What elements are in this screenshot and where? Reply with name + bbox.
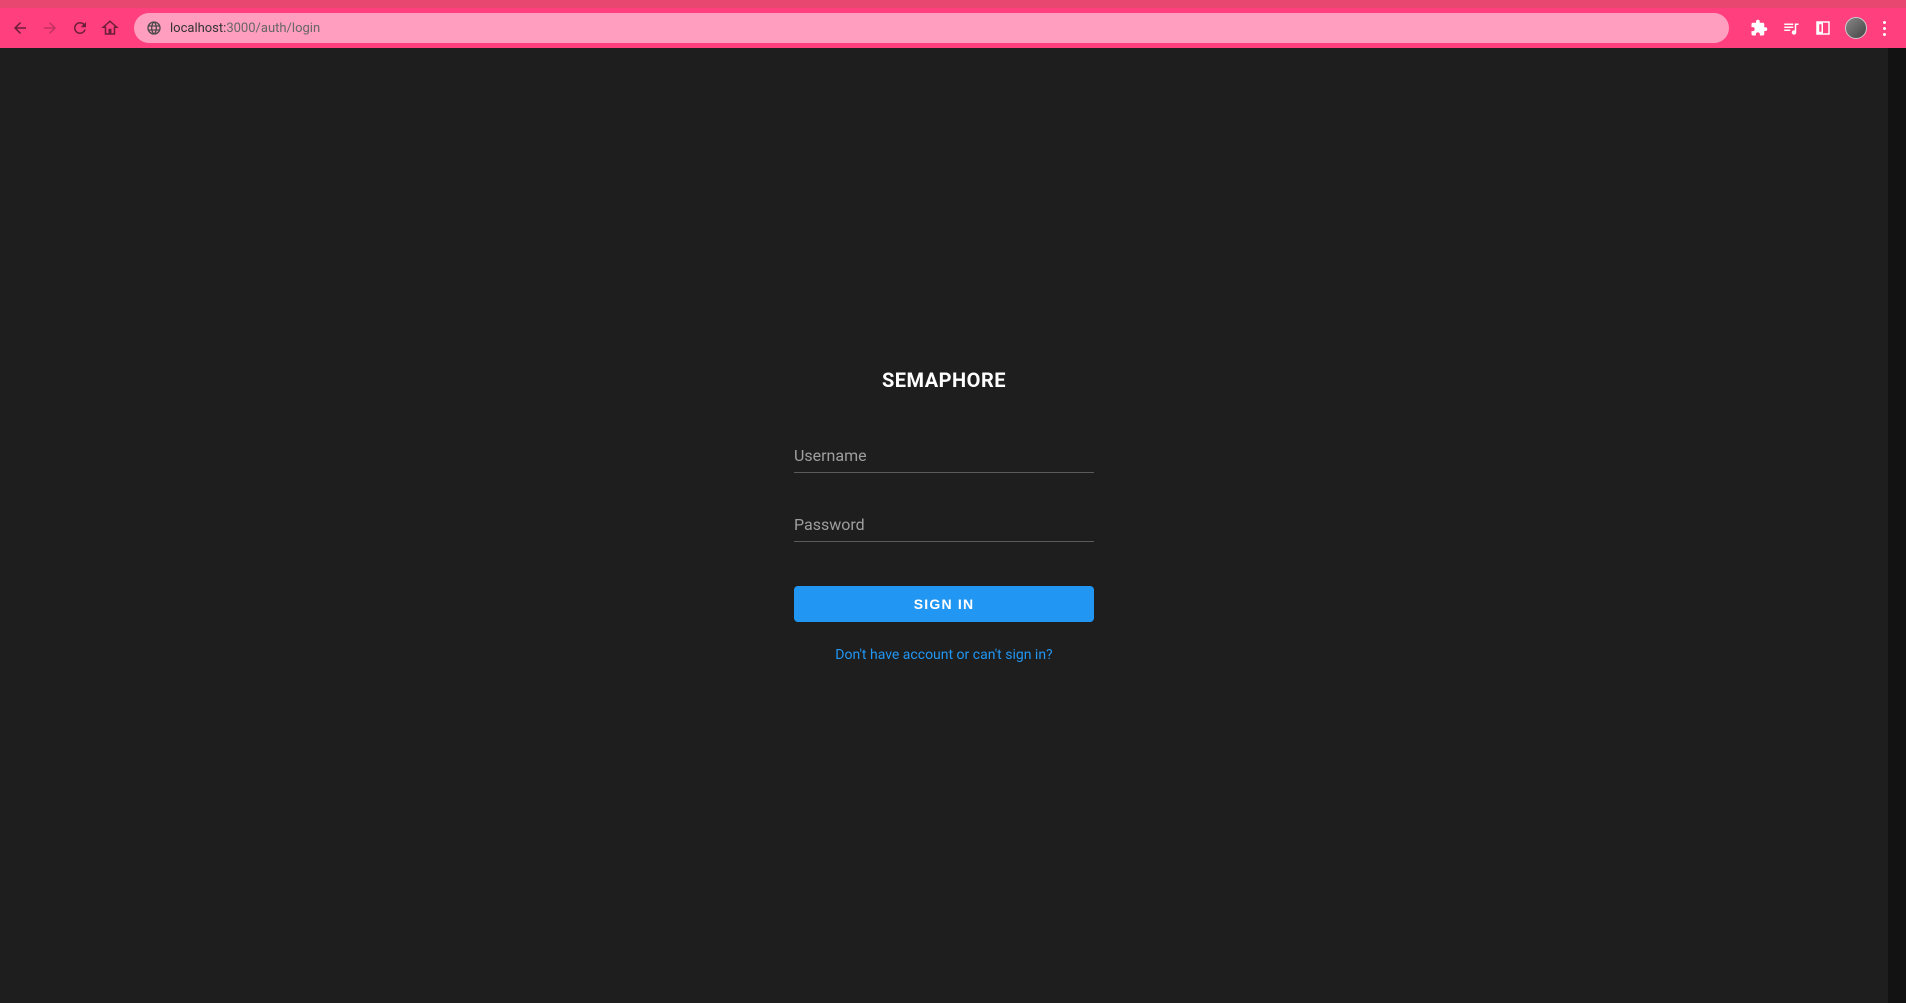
nav-back-button[interactable] xyxy=(8,16,32,40)
password-field-group: Password xyxy=(794,509,1094,542)
app-title: SEMAPHORE xyxy=(794,368,1094,392)
url-text: localhost:3000/auth/login xyxy=(170,21,320,36)
login-form: SEMAPHORE Username Password SIGN IN Don'… xyxy=(794,368,1094,1003)
dot-icon xyxy=(1883,21,1886,24)
username-field-group: Username xyxy=(794,440,1094,473)
extensions-button[interactable] xyxy=(1749,18,1769,38)
toolbar-right-icons xyxy=(1741,17,1898,40)
puzzle-icon xyxy=(1750,19,1768,37)
home-icon xyxy=(101,19,119,37)
dot-icon xyxy=(1883,33,1886,36)
arrow-left-icon xyxy=(11,19,29,37)
help-link[interactable]: Don't have account or can't sign in? xyxy=(835,647,1052,663)
arrow-right-icon xyxy=(41,19,59,37)
browser-toolbar: localhost:3000/auth/login xyxy=(0,8,1906,48)
url-path: 3000/auth/login xyxy=(226,21,320,36)
browser-menu-button[interactable] xyxy=(1879,17,1890,40)
url-host: localhost: xyxy=(170,21,226,36)
profile-avatar[interactable] xyxy=(1845,17,1867,39)
nav-forward-button[interactable] xyxy=(38,16,62,40)
reload-icon xyxy=(71,19,89,37)
globe-icon xyxy=(146,20,162,36)
page-viewport: SEMAPHORE Username Password SIGN IN Don'… xyxy=(0,48,1906,1003)
signin-button[interactable]: SIGN IN xyxy=(794,586,1094,622)
dot-icon xyxy=(1883,27,1886,30)
media-button[interactable] xyxy=(1781,18,1801,38)
username-input[interactable] xyxy=(794,440,1094,473)
nav-reload-button[interactable] xyxy=(68,16,92,40)
page-content: SEMAPHORE Username Password SIGN IN Don'… xyxy=(0,48,1888,1003)
scrollbar-track[interactable] xyxy=(1888,48,1906,1003)
music-playlist-icon xyxy=(1782,19,1800,37)
panel-button[interactable] xyxy=(1813,18,1833,38)
browser-tab-strip xyxy=(0,0,1906,8)
panel-icon xyxy=(1814,19,1832,37)
password-input[interactable] xyxy=(794,509,1094,542)
nav-home-button[interactable] xyxy=(98,16,122,40)
address-bar[interactable]: localhost:3000/auth/login xyxy=(134,13,1729,43)
